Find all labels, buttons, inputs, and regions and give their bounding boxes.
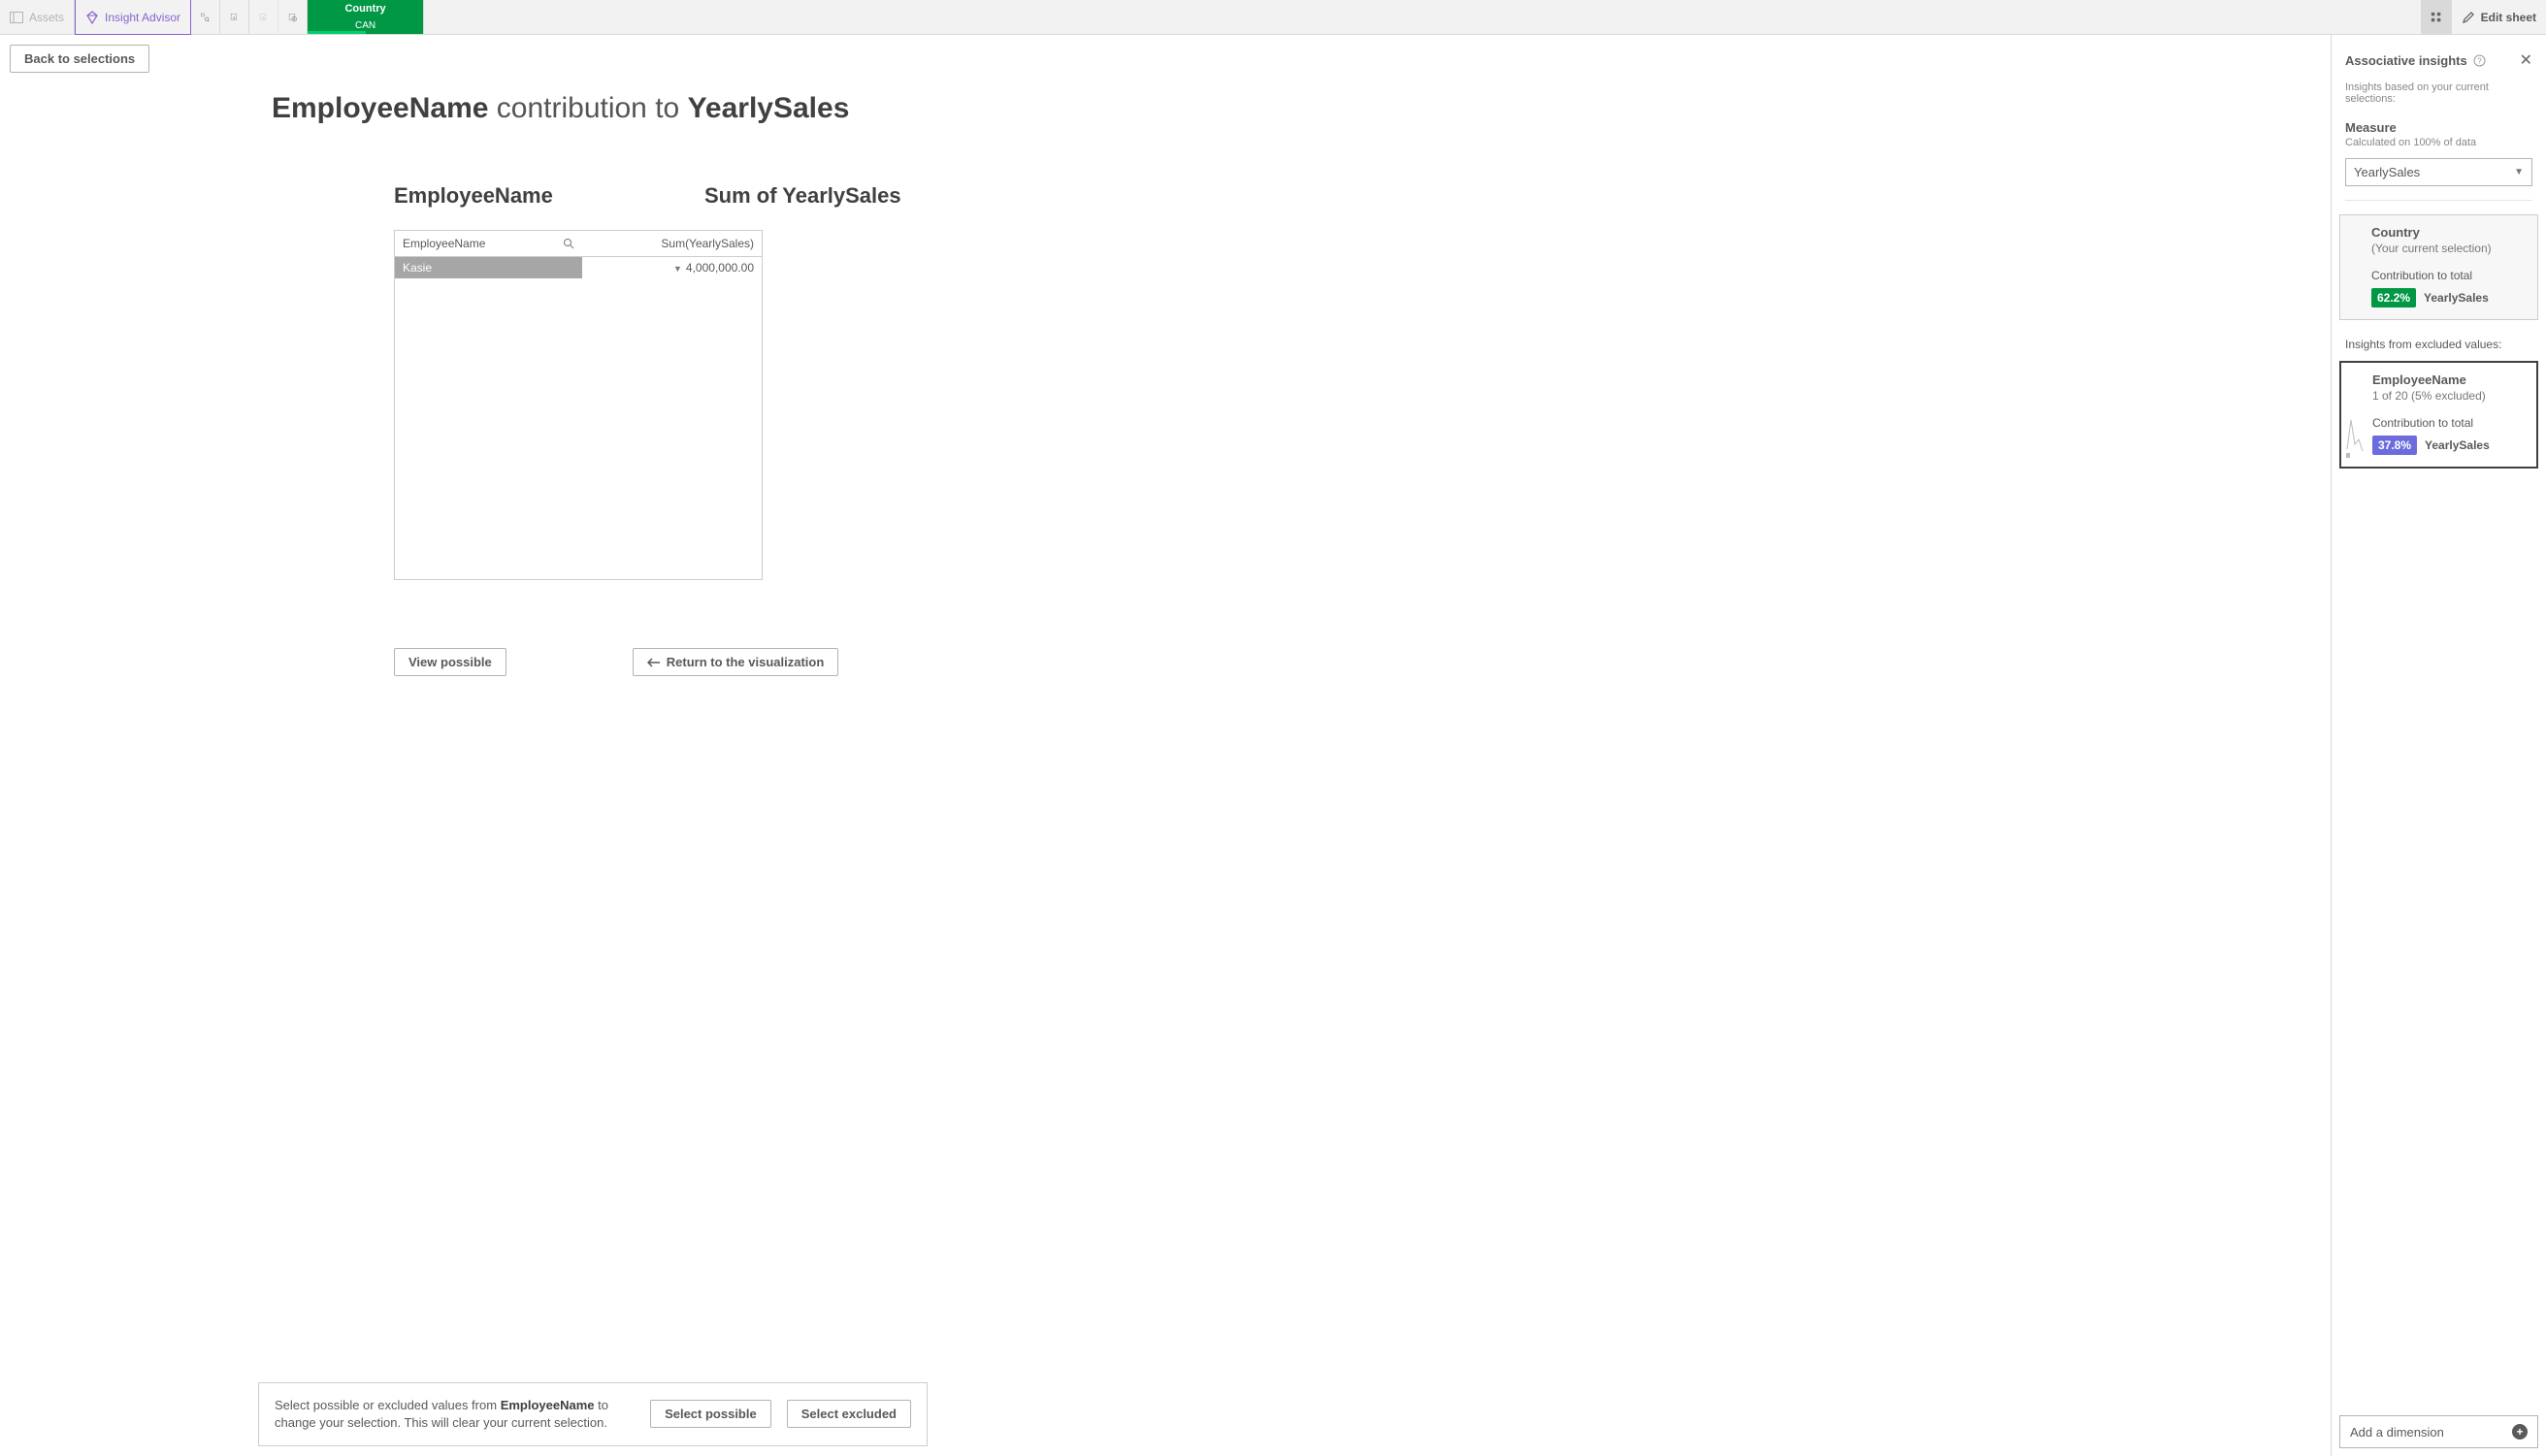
hint-bar: Select possible or excluded values from … [258, 1382, 928, 1446]
card1-title: Country [2371, 225, 2526, 240]
view-possible-label: View possible [408, 655, 492, 669]
main-area: Back to selections EmployeeName contribu… [0, 35, 2546, 1456]
card1-badge: 62.2% [2371, 288, 2416, 307]
toolbar-spacer [424, 0, 2421, 34]
associative-insights-toggle[interactable] [2421, 0, 2452, 34]
selection-bar [308, 31, 366, 34]
sort-desc-icon: ▼ [673, 264, 682, 274]
selection-clear-icon [288, 10, 297, 25]
pencil-icon [2462, 11, 2475, 24]
insight-card-employeename[interactable]: EmployeeName 1 of 20 (5% excluded) Contr… [2339, 361, 2538, 469]
back-to-selections-label: Back to selections [24, 51, 135, 66]
return-visualization-button[interactable]: Return to the visualization [633, 648, 839, 676]
cell-value: ▼ 4,000,000.00 [582, 257, 762, 278]
selection-value-label: CAN [355, 20, 375, 31]
title-measure: YearlySales [688, 92, 850, 124]
selection-search-icon [201, 10, 210, 25]
add-dimension-button[interactable]: Add a dimension + [2339, 1415, 2538, 1448]
panel-title: Associative insights [2345, 53, 2467, 68]
panel-subtitle: Insights based on your current selection… [2332, 81, 2546, 114]
table-row[interactable]: Kasie ▼ 4,000,000.00 [395, 257, 762, 278]
card2-contrib-label: Contribution to total [2372, 416, 2525, 430]
diamond-icon [85, 11, 99, 24]
smart-search-button[interactable] [191, 0, 220, 34]
insight-advisor-label: Insight Advisor [105, 11, 180, 24]
col-head-right: Sum of YearlySales [704, 183, 976, 209]
close-icon[interactable]: ✕ [2516, 49, 2536, 72]
th-value-label: Sum(YearlySales) [661, 237, 754, 250]
insight-advisor-button[interactable]: Insight Advisor [75, 0, 191, 35]
insight-card-country[interactable]: Country (Your current selection) Contrib… [2339, 214, 2538, 320]
card1-sub: (Your current selection) [2371, 242, 2526, 255]
edit-sheet-button[interactable]: Edit sheet [2452, 0, 2546, 34]
back-to-selections-button[interactable]: Back to selections [10, 45, 149, 73]
edit-sheet-label: Edit sheet [2481, 11, 2536, 24]
data-table: EmployeeName Sum(YearlySales) [394, 230, 763, 580]
plus-icon: + [2512, 1424, 2528, 1440]
assets-toggle[interactable]: Assets [0, 0, 75, 34]
panel-header: Associative insights ? ✕ [2332, 35, 2546, 81]
sheet: Back to selections EmployeeName contribu… [0, 35, 2331, 1456]
select-excluded-button[interactable]: Select excluded [787, 1400, 911, 1428]
select-possible-label: Select possible [665, 1407, 757, 1421]
action-row: View possible Return to the visualizatio… [394, 648, 2331, 676]
measure-value: YearlySales [2354, 165, 2420, 179]
card1-measure: YearlySales [2424, 291, 2489, 305]
selection-field-label: Country [344, 3, 385, 15]
title-dim: EmployeeName [272, 92, 488, 124]
cell-value-text: 4,000,000.00 [686, 261, 754, 275]
measure-label: Measure [2332, 114, 2546, 137]
top-toolbar: Assets Insight Advisor Country CAN Edit … [0, 0, 2546, 35]
hint-field: EmployeeName [501, 1398, 595, 1412]
search-icon[interactable] [563, 238, 574, 249]
measure-select[interactable]: YearlySales ▼ [2345, 158, 2532, 186]
associative-insights-panel: Associative insights ? ✕ Insights based … [2331, 35, 2546, 1456]
hint-text: Select possible or excluded values from … [275, 1397, 635, 1432]
excluded-header: Insights from excluded values: [2332, 330, 2546, 357]
mini-sparkline-icon [2345, 410, 2366, 459]
title-mid: contribution to [488, 92, 687, 124]
help-icon[interactable]: ? [2473, 54, 2486, 67]
view-possible-button[interactable]: View possible [394, 648, 506, 676]
measure-hint: Calculated on 100% of data [2332, 137, 2546, 154]
card2-title: EmployeeName [2372, 372, 2525, 387]
selection-back-icon [230, 10, 239, 25]
step-back-button[interactable] [220, 0, 249, 34]
select-excluded-label: Select excluded [801, 1407, 897, 1421]
step-forward-button[interactable] [249, 0, 278, 34]
selection-tag-country[interactable]: Country CAN [308, 0, 424, 34]
page-title: EmployeeName contribution to YearlySales [272, 92, 2331, 125]
col-head-left: EmployeeName [394, 183, 666, 209]
card1-contrib-label: Contribution to total [2371, 269, 2526, 282]
assets-label: Assets [29, 11, 64, 24]
card2-measure: YearlySales [2425, 438, 2490, 452]
hint-prefix: Select possible or excluded values from [275, 1398, 501, 1412]
table-empty-space [395, 278, 762, 579]
panel-icon [10, 12, 23, 23]
return-arrow-icon [647, 658, 661, 667]
chevron-down-icon: ▼ [2514, 167, 2524, 178]
card2-badge: 37.8% [2372, 436, 2417, 455]
divider [2345, 200, 2532, 201]
th-name-label: EmployeeName [403, 237, 485, 250]
card2-sub: 1 of 20 (5% excluded) [2372, 389, 2525, 403]
clear-selections-button[interactable] [278, 0, 308, 34]
cell-name: Kasie [395, 257, 582, 278]
return-visualization-label: Return to the visualization [667, 655, 825, 669]
add-dimension-label: Add a dimension [2350, 1425, 2444, 1440]
svg-text:?: ? [2477, 56, 2482, 65]
selection-forward-icon [259, 10, 268, 25]
grid-icon [2431, 11, 2442, 24]
content: EmployeeName contribution to YearlySales… [0, 82, 2331, 1456]
select-possible-button[interactable]: Select possible [650, 1400, 771, 1428]
